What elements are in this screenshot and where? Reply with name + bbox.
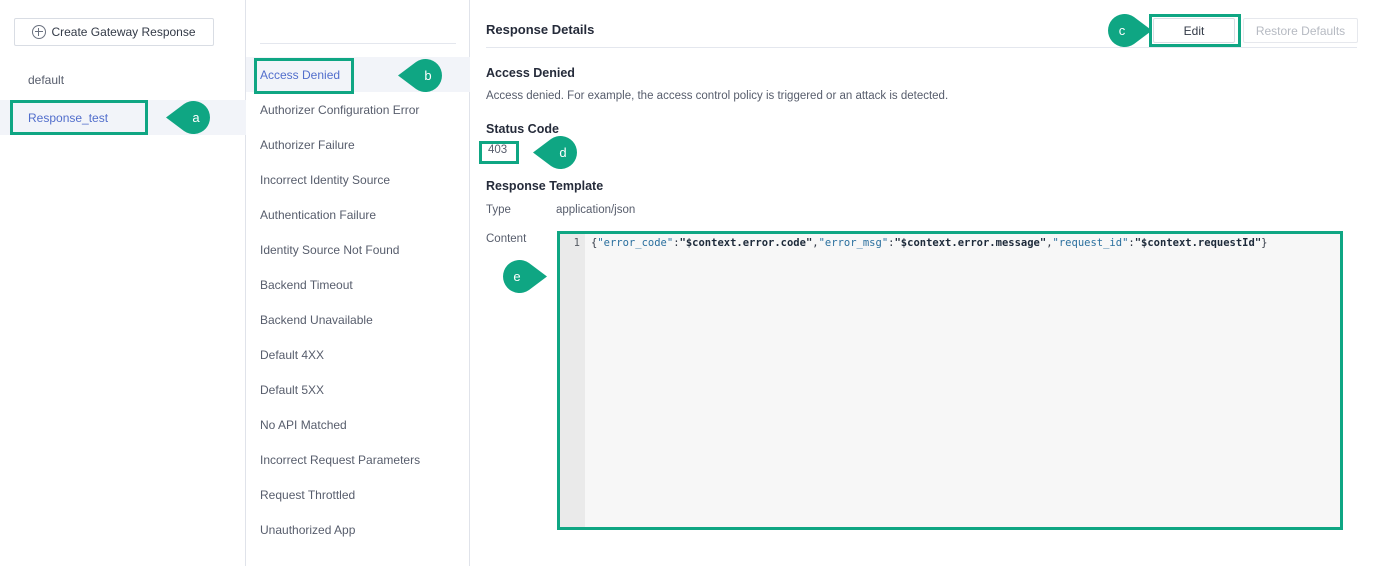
code-line-number-gutter: 1	[558, 231, 585, 528]
error-type-label: Backend Unavailable	[260, 312, 373, 327]
restore-defaults-label: Restore Defaults	[1255, 23, 1346, 38]
error-type-item-no-api-matched[interactable]: No API Matched	[246, 407, 470, 442]
error-type-label: Request Throttled	[260, 487, 356, 502]
header-divider	[486, 47, 1357, 48]
error-type-list: Access Denied Authorizer Configuration E…	[246, 57, 470, 547]
error-type-item-authentication-failure[interactable]: Authentication Failure	[246, 197, 470, 232]
list-divider	[260, 43, 456, 44]
response-description: Access denied. For example, the access c…	[486, 90, 949, 102]
page-title: Response Details	[486, 22, 595, 37]
error-type-label: Default 5XX	[260, 382, 325, 397]
code-content[interactable]: {"error_code":"$context.error.code","err…	[585, 231, 1342, 528]
error-type-item-backend-unavailable[interactable]: Backend Unavailable	[246, 302, 470, 337]
gateway-response-item-label: Response_test	[28, 110, 109, 125]
edit-button[interactable]: Edit	[1153, 18, 1235, 43]
response-details-panel: Response Details Edit Restore Defaults A…	[470, 0, 1387, 566]
error-type-label: Authentication Failure	[260, 207, 377, 222]
error-type-label: Authorizer Failure	[260, 137, 355, 152]
create-gateway-response-label: Create Gateway Response	[51, 25, 196, 39]
error-type-label: Identity Source Not Found	[260, 242, 400, 257]
gateway-response-item-label: default	[28, 72, 65, 87]
type-value: application/json	[556, 204, 636, 216]
error-type-label: Incorrect Identity Source	[260, 172, 391, 187]
gateway-response-item-default[interactable]: default	[0, 62, 246, 97]
error-type-label: Access Denied	[260, 67, 341, 82]
error-type-item-default-4xx[interactable]: Default 4XX	[246, 337, 470, 372]
error-type-item-default-5xx[interactable]: Default 5XX	[246, 372, 470, 407]
type-label: Type	[486, 204, 511, 216]
edit-button-label: Edit	[1183, 23, 1205, 38]
error-type-item-authorizer-failure[interactable]: Authorizer Failure	[246, 127, 470, 162]
error-type-label: Unauthorized App	[260, 522, 356, 537]
error-type-list-panel: Access Denied Authorizer Configuration E…	[246, 0, 470, 566]
content-code-editor[interactable]: 1 {"error_code":"$context.error.code","e…	[558, 231, 1342, 528]
response-template-heading: Response Template	[486, 179, 604, 193]
status-code-heading: Status Code	[486, 122, 559, 136]
error-type-label: Incorrect Request Parameters	[260, 452, 421, 467]
response-name-heading: Access Denied	[486, 66, 575, 80]
error-type-item-authorizer-configuration-error[interactable]: Authorizer Configuration Error	[246, 92, 470, 127]
status-code-value: 403	[488, 144, 508, 156]
error-type-label: Default 4XX	[260, 347, 325, 362]
gateway-response-list-panel: Create Gateway Response default Response…	[0, 0, 246, 566]
error-type-label: Backend Timeout	[260, 277, 353, 292]
error-type-item-access-denied[interactable]: Access Denied	[246, 57, 470, 92]
restore-defaults-button[interactable]: Restore Defaults	[1243, 18, 1358, 43]
code-line-number: 1	[573, 237, 580, 249]
error-type-label: No API Matched	[260, 417, 347, 432]
plus-circle-icon	[32, 25, 47, 39]
content-label: Content	[486, 233, 527, 245]
error-type-item-incorrect-request-parameters[interactable]: Incorrect Request Parameters	[246, 442, 470, 477]
error-type-item-unauthorized-app[interactable]: Unauthorized App	[246, 512, 470, 547]
error-type-item-incorrect-identity-source[interactable]: Incorrect Identity Source	[246, 162, 470, 197]
error-type-item-request-throttled[interactable]: Request Throttled	[246, 477, 470, 512]
create-gateway-response-button[interactable]: Create Gateway Response	[14, 18, 214, 46]
error-type-label: Authorizer Configuration Error	[260, 102, 420, 117]
error-type-item-backend-timeout[interactable]: Backend Timeout	[246, 267, 470, 302]
gateway-response-item-response-test[interactable]: Response_test	[0, 100, 246, 135]
error-type-item-identity-source-not-found[interactable]: Identity Source Not Found	[246, 232, 470, 267]
